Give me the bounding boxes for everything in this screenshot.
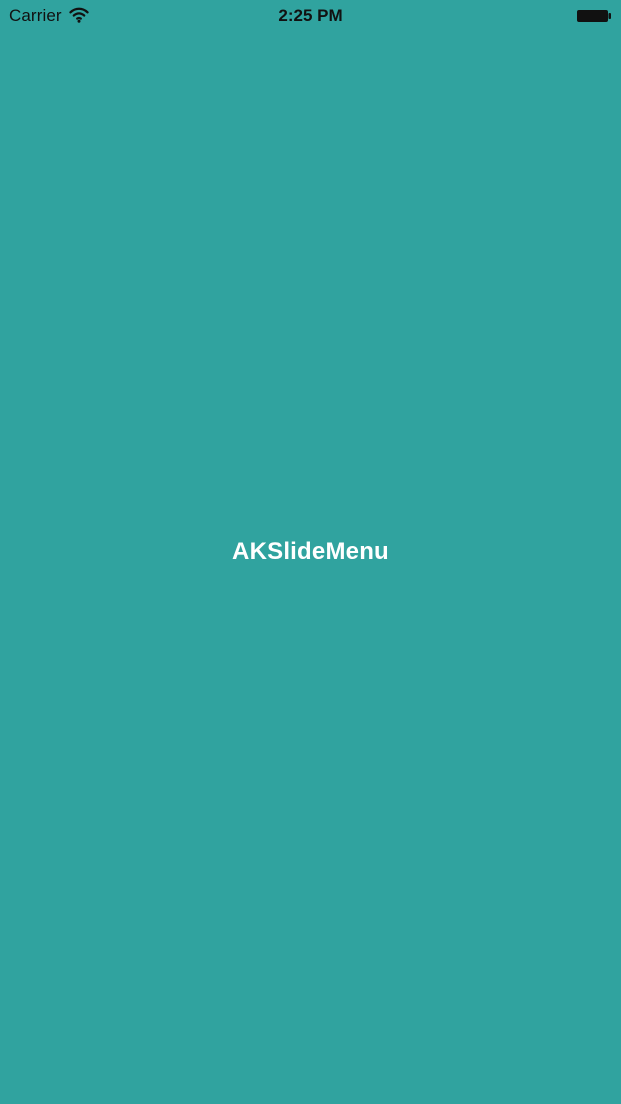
status-bar: Carrier 2:25 PM <box>0 0 621 32</box>
status-time: 2:25 PM <box>278 6 343 25</box>
app-title: AKSlideMenu <box>232 538 389 565</box>
app-screen: Carrier 2:25 PM AKSlideMenu <box>0 0 621 1104</box>
battery-icon <box>576 8 612 24</box>
